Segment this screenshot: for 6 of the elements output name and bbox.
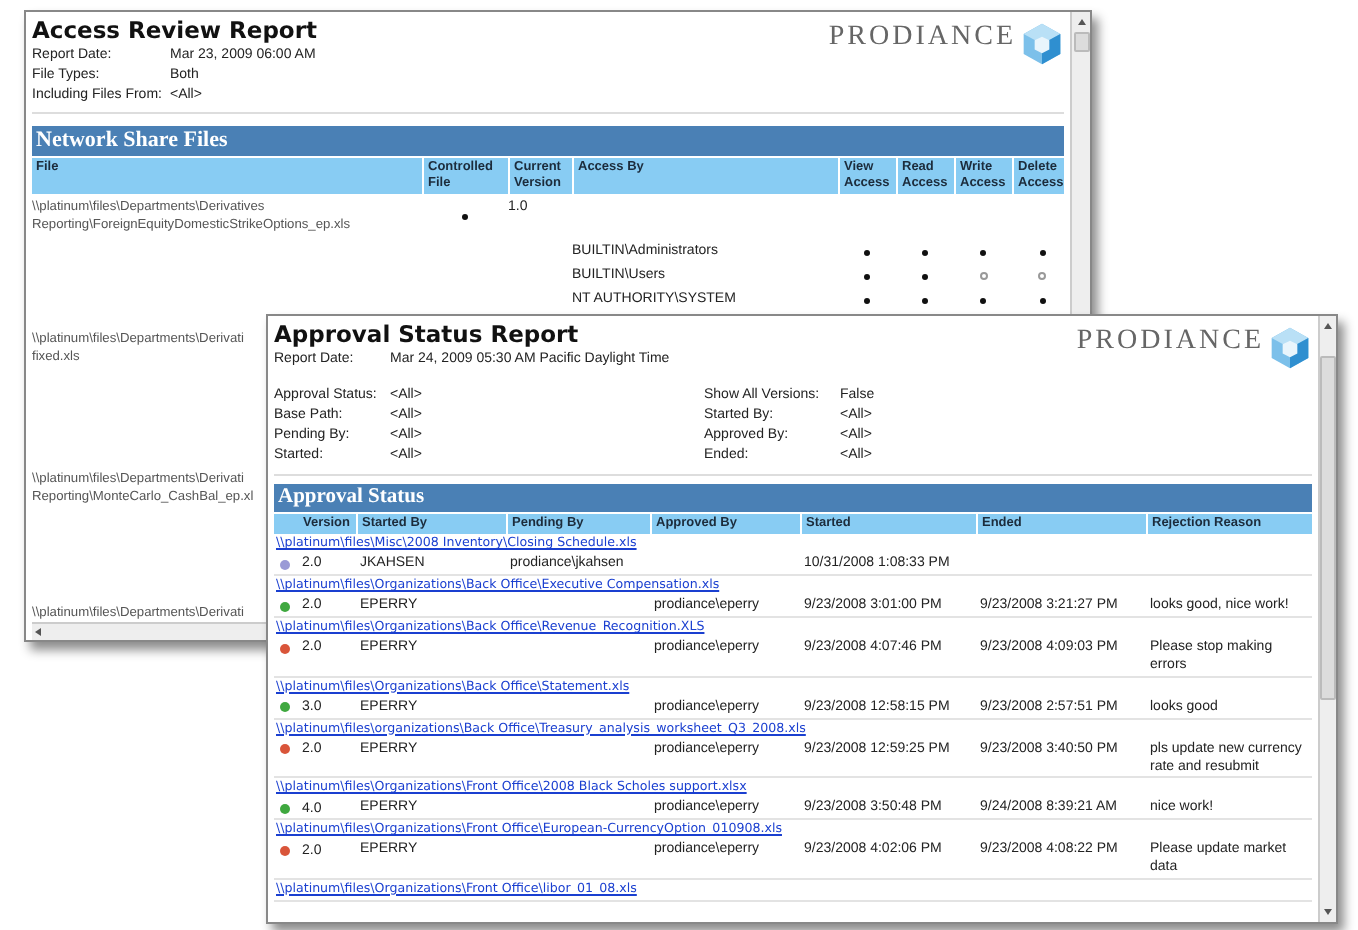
report-title: Access Review Report (32, 16, 318, 46)
section-header: Approval Status (274, 484, 1312, 512)
logo-text: PRODIANCE (828, 22, 1016, 54)
report-title: Approval Status Report (274, 320, 581, 350)
logo-text: PRODIANCE (1076, 326, 1264, 358)
section-header: Network Share Files (32, 126, 1064, 156)
